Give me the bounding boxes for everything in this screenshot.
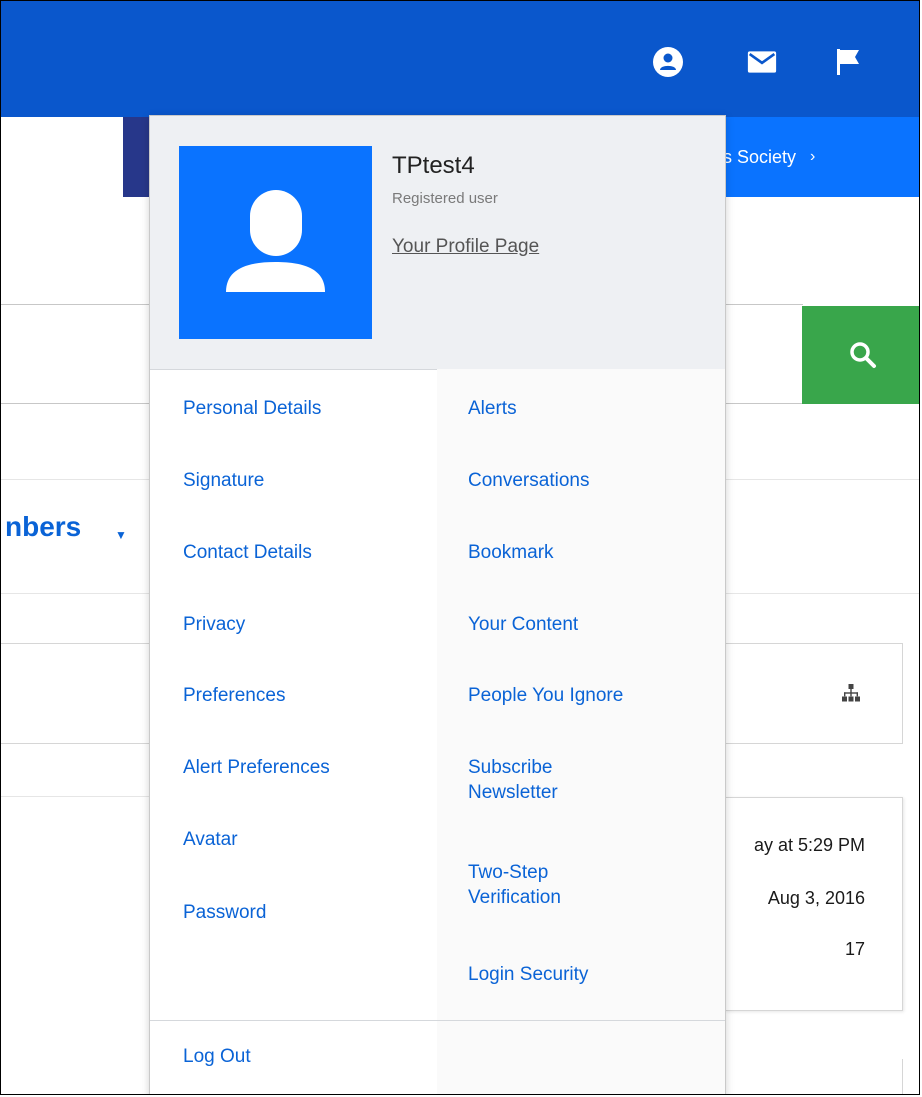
search-field-border-bottom bbox=[1, 403, 151, 404]
menu-link-personal-details[interactable]: Personal Details bbox=[183, 396, 321, 421]
alerts-button[interactable] bbox=[833, 47, 863, 77]
menu-link-two-step-verification[interactable]: Two-Step Verification bbox=[468, 860, 608, 910]
card-joined-date: Aug 3, 2016 bbox=[767, 888, 865, 908]
menu-link-people-you-ignore[interactable]: People You Ignore bbox=[468, 683, 623, 708]
card-count: 17 bbox=[844, 939, 865, 959]
avatar[interactable] bbox=[179, 146, 372, 339]
info-card-2 bbox=[725, 1059, 903, 1094]
menu-link-alert-preferences[interactable]: Alert Preferences bbox=[183, 755, 330, 780]
menu-link-your-content[interactable]: Your Content bbox=[468, 612, 578, 637]
search-button[interactable] bbox=[802, 306, 919, 404]
menu-link-contact-details[interactable]: Contact Details bbox=[183, 540, 312, 565]
chevron-right-icon: › bbox=[810, 148, 816, 165]
caret-down-icon: ▼ bbox=[115, 528, 127, 542]
menu-link-alerts[interactable]: Alerts bbox=[468, 396, 517, 421]
section-divider bbox=[1, 796, 151, 797]
card-last-activity: ay at 5:29 PM bbox=[753, 835, 865, 855]
profile-page-link[interactable]: Your Profile Page bbox=[392, 236, 539, 258]
user-title: Registered user bbox=[392, 190, 498, 207]
menu-link-conversations[interactable]: Conversations bbox=[468, 468, 589, 493]
account-popup-menu: TPtest4 Registered user Your Profile Pag… bbox=[149, 115, 726, 1094]
search-field-border-top bbox=[1, 304, 151, 305]
menu-link-privacy[interactable]: Privacy bbox=[183, 612, 245, 637]
menu-link-preferences[interactable]: Preferences bbox=[183, 683, 285, 708]
inbox-button[interactable] bbox=[747, 47, 777, 77]
menu-link-password[interactable]: Password bbox=[183, 900, 266, 925]
members-menu-label[interactable]: nbers bbox=[5, 511, 81, 543]
top-navigation-bar bbox=[1, 1, 919, 117]
inbox-icon bbox=[747, 51, 777, 73]
sitemap-icon[interactable] bbox=[841, 683, 861, 703]
account-popup-header: TPtest4 Registered user Your Profile Pag… bbox=[150, 116, 725, 370]
menu-link-bookmark[interactable]: Bookmark bbox=[468, 540, 554, 565]
menu-link-avatar[interactable]: Avatar bbox=[183, 827, 238, 852]
search-icon bbox=[849, 342, 876, 368]
menu-divider bbox=[150, 1020, 725, 1021]
search-field-border-top-right bbox=[725, 304, 803, 305]
default-avatar-icon bbox=[226, 190, 325, 292]
menu-link-signature[interactable]: Signature bbox=[183, 468, 264, 493]
content-box-right bbox=[725, 643, 903, 744]
society-banner-link[interactable]: s Society › bbox=[721, 117, 919, 197]
menu-link-subscribe-newsletter[interactable]: Subscribe Newsletter bbox=[468, 755, 608, 805]
account-button[interactable] bbox=[653, 47, 683, 77]
account-icon bbox=[653, 47, 683, 77]
society-banner-text: s Society bbox=[723, 146, 797, 167]
page-frame: s Society › nbers ▼ ay at 5:29 PM Aug 3,… bbox=[0, 0, 920, 1095]
alerts-flag-icon bbox=[837, 49, 859, 75]
search-field-border-bottom-right bbox=[725, 403, 803, 404]
content-box-left bbox=[1, 643, 151, 744]
menu-link-login-security[interactable]: Login Security bbox=[468, 962, 588, 987]
username: TPtest4 bbox=[392, 152, 475, 179]
logout-link[interactable]: Log Out bbox=[183, 1044, 251, 1069]
